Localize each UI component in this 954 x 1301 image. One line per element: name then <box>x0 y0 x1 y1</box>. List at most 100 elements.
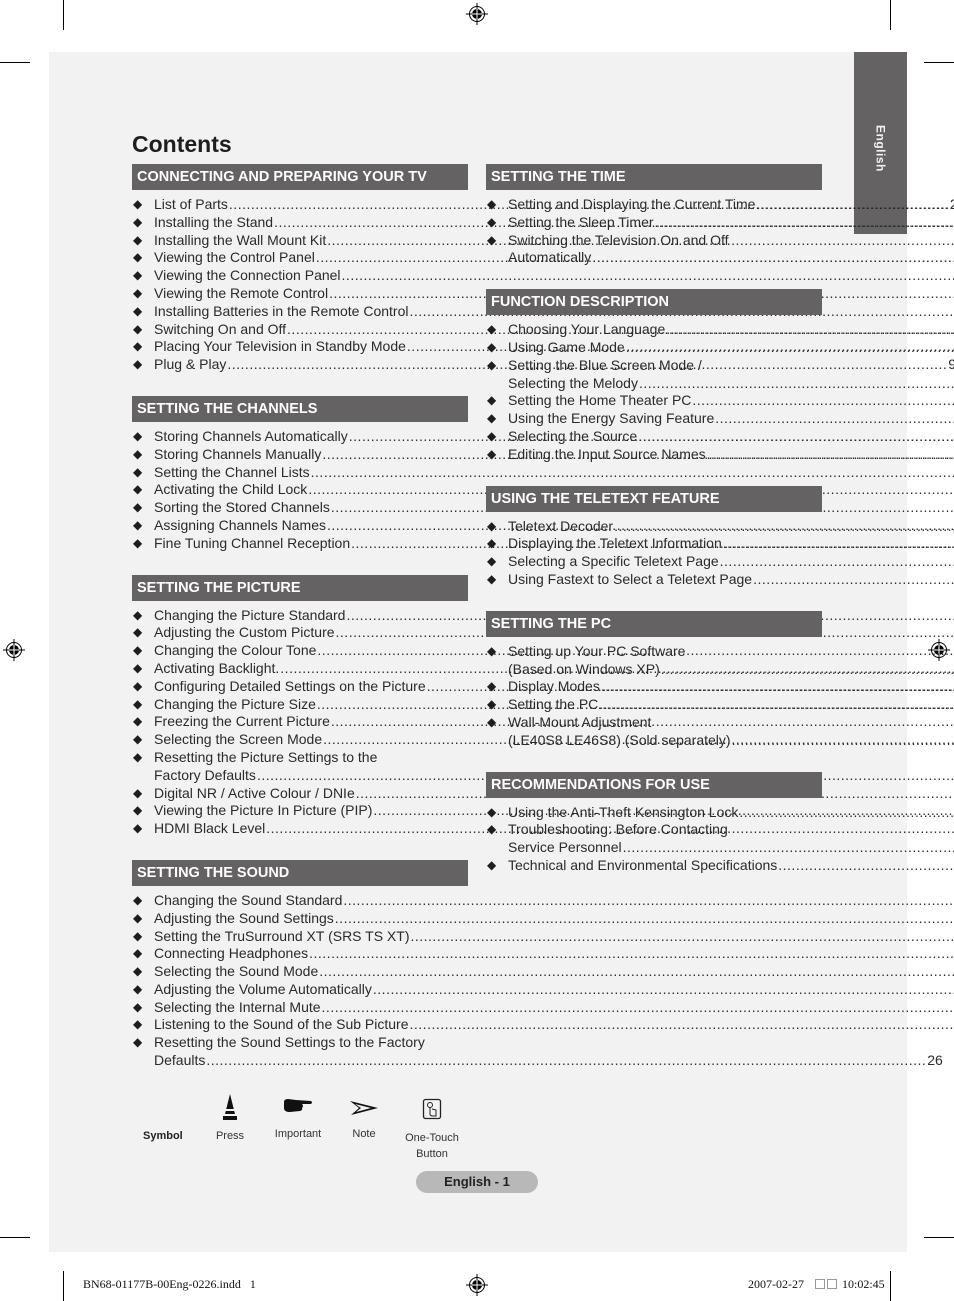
toc-entry[interactable]: ◆Selecting the Internal Mute25 <box>132 999 468 1017</box>
toc-entry[interactable]: ◆Freezing the Current Picture19 <box>132 713 468 731</box>
toc-entry[interactable]: ◆Viewing the Control Panel3 <box>132 249 468 267</box>
toc-entry[interactable]: ◆Using the Energy Saving Feature30 <box>486 410 822 428</box>
symbol-label: Important <box>274 1128 322 1140</box>
toc-entry[interactable]: ◆Choosing Your Language28 <box>486 321 822 339</box>
toc-entry[interactable]: ◆ Placing Your Television in Standby Mode… <box>132 338 468 356</box>
toc-entry[interactable]: ◆Viewing the Picture In Picture (PIP)21 <box>132 802 468 820</box>
dot-leader <box>692 392 954 410</box>
diamond-bullet-icon: ◆ <box>133 1035 143 1050</box>
toc-entry[interactable]: ◆ Wall-Mount Adjustment (LE40S8 LE46S8) (S… <box>486 714 822 750</box>
toc-entry[interactable]: ◆ Switching the Television On and Off Auto… <box>486 232 822 268</box>
toc-entry-title: Freezing the Current Picture <box>154 713 330 730</box>
toc-entry[interactable]: ◆Viewing the Connection Panel4 <box>132 267 468 285</box>
toc-entry[interactable]: ◆Storing Channels Manually11 <box>132 446 468 464</box>
dot-leader <box>739 804 954 822</box>
dot-leader <box>661 661 954 679</box>
toc-entry[interactable]: ◆Digital NR / Active Colour / DNIe20 <box>132 785 468 803</box>
dot-leader <box>614 518 954 536</box>
toc-entry[interactable]: ◆List of Parts2 <box>132 196 954 214</box>
diamond-bullet-icon: ◆ <box>487 322 497 337</box>
toc-entry[interactable]: ◆Displaying the Teletext Information32 <box>486 535 822 553</box>
toc-entry[interactable]: ◆ Using Fastext to Select a Teletext Page… <box>486 571 822 589</box>
toc-entry[interactable]: ◆Storing Channels Automatically10 <box>132 428 468 446</box>
toc-entry[interactable]: ◆Display Modes34 <box>486 678 822 696</box>
toc-entry[interactable]: ◆Setting the Channel Lists12 <box>132 464 468 482</box>
diamond-bullet-icon: ◆ <box>487 679 497 694</box>
dot-leader <box>753 571 954 589</box>
toc-entry[interactable]: ◆ Setting the Blue Screen Mode / Selecting… <box>486 357 822 393</box>
toc-entry-title: Digital NR / Active Colour / DNIe <box>154 784 355 801</box>
toc-entry[interactable]: ◆ Resetting the Sound Settings to the Fac… <box>132 1034 943 1070</box>
toc-entry[interactable]: ◆ Setting up Your PC Software (Based on Wi… <box>486 643 822 679</box>
toc-entry[interactable]: ◆ Setting and Displaying the Current Time… <box>486 196 822 214</box>
section-header: FUNCTION DESCRIPTION <box>486 289 822 316</box>
toc-entry[interactable]: ◆Changing the Colour Tone15 <box>132 642 468 660</box>
toc-entry[interactable]: ◆Plug & Play9 <box>132 356 954 374</box>
diamond-bullet-icon: ◆ <box>133 607 143 622</box>
toc-entry[interactable]: ◆Activating Backlight.16 <box>132 660 468 678</box>
toc-entry[interactable]: ◆Teletext Decoder32 <box>486 518 822 536</box>
toc-entry[interactable]: ◆Setting the Home Theater PC29 <box>486 392 822 410</box>
toc-entry-title: Setting the Blue Screen Mode / <box>508 356 702 373</box>
diamond-bullet-icon: ◆ <box>133 1017 143 1032</box>
toc-entry-title: Selecting the Melody <box>508 374 638 391</box>
toc-entry[interactable]: ◆Assigning Channels Names13 <box>132 517 468 535</box>
registration-mark-icon <box>3 639 25 661</box>
diamond-bullet-icon: ◆ <box>133 339 143 354</box>
toc-entry[interactable]: ◆Selecting the Source31 <box>486 428 822 446</box>
toc-entry[interactable]: ◆Selecting a Specific Teletext Page33 <box>486 553 822 571</box>
dot-leader <box>410 1016 954 1034</box>
toc-entry[interactable]: ◆Adjusting the Volume Automatically24 <box>132 981 468 999</box>
arrow-note-icon <box>350 1101 378 1115</box>
toc-entry[interactable]: ◆Using Game Mode28 <box>486 339 822 357</box>
symbol-important: Important <box>270 1098 326 1140</box>
toc-entry[interactable]: ◆Editing the Input Source Names31 <box>486 446 822 464</box>
toc-entry-title: Selecting the Screen Mode <box>154 731 323 748</box>
toc-entry[interactable]: ◆Using the Anti-Theft Kensington Lock37 <box>486 804 822 822</box>
toc-entry-title: Selecting a Specific Teletext Page <box>508 553 719 570</box>
toc-entry[interactable]: ◆Changing the Picture Size18 <box>132 696 468 714</box>
toc-entry[interactable]: ◆HDMI Black Level22 <box>132 820 468 838</box>
toc-entry[interactable]: ◆Changing the Picture Standard14 <box>132 607 468 625</box>
toc-entry[interactable]: ◆Changing the Sound Standard22 <box>132 892 468 910</box>
toc-entry-title: Defaults <box>154 1052 206 1069</box>
footer-time: 10:02:45 <box>842 1277 885 1291</box>
toc-entry-title: Using Fastext to Select a Teletext Page <box>508 570 753 587</box>
section-header: SETTING THE SOUND <box>132 859 468 886</box>
diamond-bullet-icon: ◆ <box>133 250 143 265</box>
toc-entry[interactable]: ◆Setting the Sleep Timer27 <box>486 214 822 232</box>
toc-entry[interactable]: ◆ Configuring Detailed Settings on the Pi… <box>132 678 468 696</box>
toc-section: FUNCTION DESCRIPTION ◆ Choosing Your Langu… <box>486 289 822 463</box>
toc-entry[interactable]: ◆ Resetting the Picture Settings to the Fa… <box>132 749 468 785</box>
diamond-bullet-icon: ◆ <box>133 821 143 836</box>
dot-leader <box>626 339 954 357</box>
toc-entry-title: Wall-Mount Adjustment <box>508 713 652 730</box>
dot-leader <box>707 446 954 464</box>
toc-entry-title: Using Game Mode <box>508 338 625 355</box>
toc-entry[interactable]: ◆Installing the Stand2 <box>132 214 468 232</box>
toc-entry[interactable]: ◆Fine Tuning Channel Reception14 <box>132 535 468 553</box>
toc-right-column: SETTING THE TIME ◆ Setting and Displaying … <box>486 164 822 897</box>
toc-entry[interactable]: ◆Adjusting the Custom Picture15 <box>132 624 468 642</box>
toc-entry-title: Installing the Stand <box>154 213 274 230</box>
toc-entry[interactable]: ◆ Technical and Environmental Specificati… <box>486 857 822 875</box>
toc-entry[interactable]: ◆ Listening to the Sound of the Sub Pictu… <box>132 1016 468 1034</box>
toc-entry[interactable]: ◆Selecting the Sound Mode24 <box>132 963 468 981</box>
toc-section: SETTING THE SOUND ◆ Changing the Sound Sta… <box>132 859 943 1070</box>
diamond-bullet-icon: ◆ <box>133 303 143 318</box>
toc-entry-title: Configuring Detailed Settings on the Pic… <box>154 677 426 694</box>
toc-entry[interactable]: ◆ Troubleshooting: Before Contacting Servi… <box>486 821 822 857</box>
toc-entry[interactable]: ◆Selecting the Screen Mode19 <box>132 731 468 749</box>
toc-entry[interactable]: ◆Adjusting the Sound Settings23 <box>132 910 468 928</box>
toc-entry[interactable]: ◆Switching On and Off8 <box>132 321 468 339</box>
toc-entry-title: Changing the Sound Standard <box>154 891 343 908</box>
toc-entry[interactable]: ◆Connecting Headphones24 <box>132 945 468 963</box>
toc-entry[interactable]: ◆Viewing the Remote Control7 <box>132 285 468 303</box>
toc-entry[interactable]: ◆Activating the Child Lock12 <box>132 481 468 499</box>
toc-entry[interactable]: ◆ Installing Batteries in the Remote Cont… <box>132 303 468 321</box>
toc-entry[interactable]: ◆Installing the Wall Mount Kit2 <box>132 232 468 250</box>
diamond-bullet-icon: ◆ <box>487 197 497 211</box>
toc-entry[interactable]: ◆Setting the TruSurround XT (SRS TS XT)2… <box>132 928 468 946</box>
toc-entry[interactable]: ◆Sorting the Stored Channels13 <box>132 499 468 517</box>
toc-entry[interactable]: ◆Setting the PC35 <box>486 696 822 714</box>
